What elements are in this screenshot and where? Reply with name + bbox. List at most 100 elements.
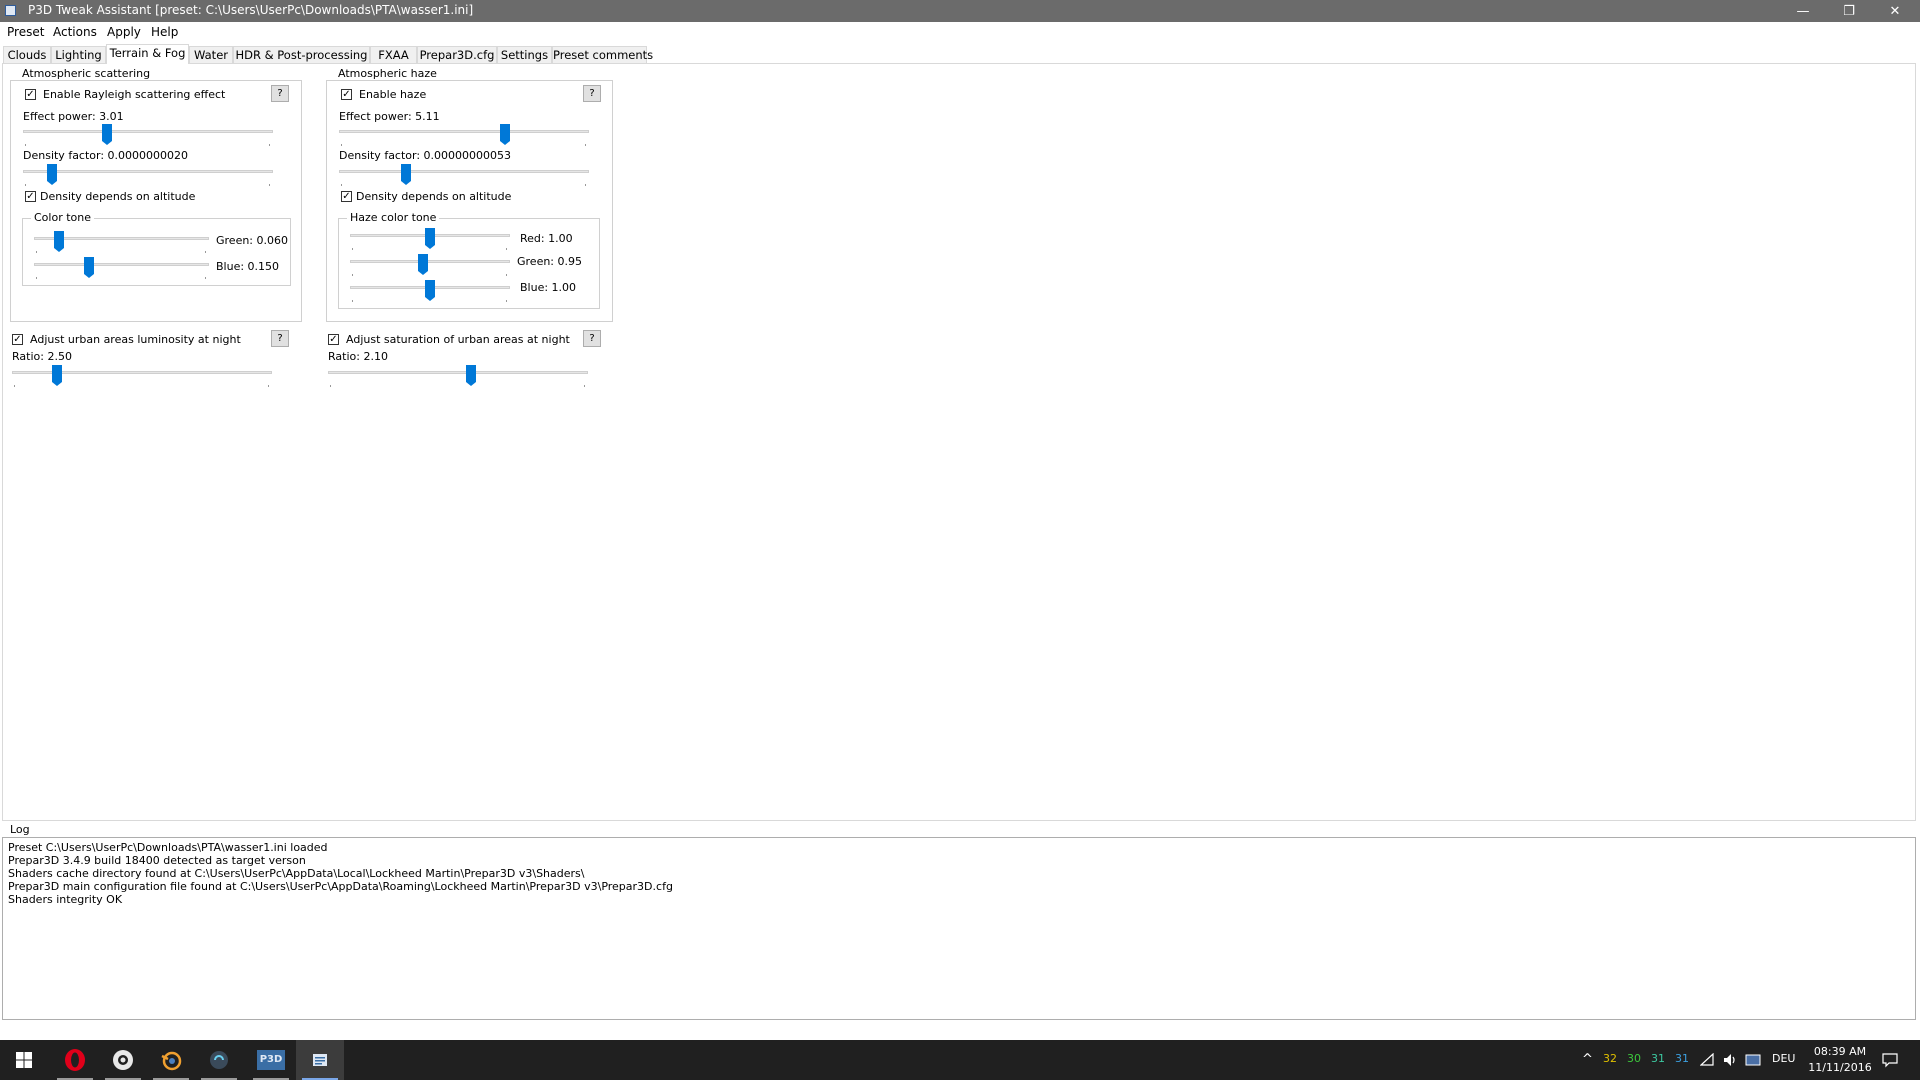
slider-thumb[interactable]: [401, 164, 411, 185]
slider-tick: [584, 385, 585, 387]
slider-tick: [36, 251, 37, 253]
tab-hdr[interactable]: HDR & Post-processing: [233, 46, 370, 63]
haze-blue-slider[interactable]: [350, 280, 510, 304]
scattering-density-altitude-checkbox[interactable]: ✓: [25, 191, 36, 202]
scattering-effect-power-label: Effect power: 3.01: [23, 110, 124, 123]
urban-luminosity-label: Adjust urban areas luminosity at night: [30, 333, 241, 346]
scattering-effect-power-slider[interactable]: [23, 124, 273, 148]
haze-green-slider[interactable]: [350, 254, 510, 278]
menu-bar: Preset Actions Apply Help: [0, 22, 1920, 42]
keyboard-icon[interactable]: [1745, 1053, 1761, 1067]
log-title: Log: [10, 823, 30, 836]
slider-tick: [352, 248, 353, 250]
slider-tick: [585, 144, 586, 146]
haze-density-factor-slider[interactable]: [339, 164, 589, 188]
slider-tick: [585, 184, 586, 186]
slider-tick: [268, 385, 269, 387]
slider-tick: [205, 251, 206, 253]
scattering-green-slider[interactable]: [34, 231, 209, 255]
slider-track[interactable]: [23, 130, 273, 133]
slider-track[interactable]: [350, 260, 510, 263]
taskbar-blender[interactable]: [147, 1040, 195, 1080]
slider-tick: [205, 277, 206, 279]
slider-thumb[interactable]: [52, 365, 62, 386]
taskbar-opera[interactable]: [51, 1040, 99, 1080]
slider-thumb[interactable]: [466, 365, 476, 386]
opera-icon: [65, 1049, 85, 1071]
tab-prepar3d-cfg[interactable]: Prepar3D.cfg: [417, 46, 497, 63]
tab-terrain-fog[interactable]: Terrain & Fog: [106, 44, 189, 64]
scattering-density-factor-slider[interactable]: [23, 164, 273, 188]
slider-thumb[interactable]: [102, 124, 112, 145]
tab-settings[interactable]: Settings: [497, 46, 552, 63]
urban-saturation-ratio-slider[interactable]: [328, 365, 588, 389]
slider-thumb[interactable]: [425, 228, 435, 249]
urban-luminosity-checkbox[interactable]: ✓: [12, 334, 23, 345]
log-textarea[interactable]: Preset C:\Users\UserPc\Downloads\PTA\was…: [2, 837, 1916, 1020]
slider-track[interactable]: [339, 130, 589, 133]
tab-clouds[interactable]: Clouds: [3, 46, 51, 63]
slider-tick: [352, 300, 353, 302]
start-button[interactable]: [0, 1040, 48, 1080]
tray-temp-4[interactable]: 31: [1675, 1052, 1689, 1065]
action-center-icon[interactable]: [1882, 1052, 1898, 1068]
urban-saturation-checkbox[interactable]: ✓: [328, 334, 339, 345]
urban-luminosity-ratio-label: Ratio: 2.50: [12, 350, 72, 363]
urban-saturation-help-button[interactable]: ?: [583, 330, 601, 347]
slider-tick: [352, 274, 353, 276]
rayleigh-checkbox[interactable]: ✓: [25, 89, 36, 100]
haze-enable-checkbox[interactable]: ✓: [341, 89, 352, 100]
slider-track[interactable]: [328, 371, 588, 374]
slider-tick: [506, 300, 507, 302]
scattering-density-factor-label: Density factor: 0.0000000020: [23, 149, 189, 162]
restore-button[interactable]: ❐: [1826, 0, 1872, 22]
menu-preset[interactable]: Preset: [7, 25, 44, 39]
tab-preset-comments[interactable]: Preset comments: [552, 46, 653, 63]
log-line: Shaders integrity OK: [8, 893, 123, 906]
slider-track[interactable]: [12, 371, 272, 374]
minimize-button[interactable]: —: [1780, 0, 1826, 22]
slider-thumb[interactable]: [500, 124, 510, 145]
clock-time[interactable]: 08:39 AM: [1810, 1045, 1870, 1058]
haze-density-altitude-checkbox[interactable]: ✓: [341, 191, 352, 202]
scattering-help-button[interactable]: ?: [271, 85, 289, 102]
tray-temp-1[interactable]: 32: [1603, 1052, 1617, 1065]
taskbar-app[interactable]: [195, 1040, 243, 1080]
menu-actions[interactable]: Actions: [53, 25, 97, 39]
haze-density-factor-label: Density factor: 0.00000000053: [339, 149, 512, 162]
slider-thumb[interactable]: [54, 231, 64, 252]
slider-track[interactable]: [23, 170, 273, 173]
urban-luminosity-help-button[interactable]: ?: [271, 330, 289, 347]
taskbar-p3d[interactable]: P3D: [247, 1040, 295, 1080]
slider-thumb[interactable]: [418, 254, 428, 275]
tab-fxaa[interactable]: FXAA: [370, 46, 417, 63]
language-indicator[interactable]: DEU: [1772, 1052, 1795, 1065]
volume-icon[interactable]: [1722, 1052, 1738, 1068]
tray-temp-3[interactable]: 31: [1651, 1052, 1665, 1065]
haze-help-button[interactable]: ?: [583, 85, 601, 102]
slider-thumb[interactable]: [47, 164, 57, 185]
menu-help[interactable]: Help: [151, 25, 178, 39]
scattering-density-altitude-label: Density depends on altitude: [40, 190, 196, 203]
slider-track[interactable]: [339, 170, 589, 173]
slider-thumb[interactable]: [425, 280, 435, 301]
scattering-blue-slider[interactable]: [34, 257, 209, 281]
urban-luminosity-ratio-slider[interactable]: [12, 365, 272, 389]
slider-track[interactable]: [34, 263, 209, 266]
clock-date[interactable]: 11/11/2016: [1806, 1061, 1874, 1074]
haze-color-tone-title: Haze color tone: [347, 211, 440, 224]
haze-effect-power-slider[interactable]: [339, 124, 589, 148]
tab-water[interactable]: Water: [189, 46, 233, 63]
taskbar-tweak-assistant[interactable]: [296, 1040, 344, 1080]
menu-apply[interactable]: Apply: [107, 25, 141, 39]
tab-lighting[interactable]: Lighting: [51, 46, 106, 63]
urban-saturation-label: Adjust saturation of urban areas at nigh…: [346, 333, 570, 346]
blender-icon: [161, 1051, 182, 1071]
haze-red-slider[interactable]: [350, 228, 510, 252]
taskbar-steam[interactable]: [99, 1040, 147, 1080]
slider-thumb[interactable]: [84, 257, 94, 278]
tray-expand-icon[interactable]: ^: [1582, 1052, 1593, 1067]
network-icon[interactable]: [1700, 1053, 1714, 1067]
close-button[interactable]: ✕: [1872, 0, 1918, 22]
tray-temp-2[interactable]: 30: [1627, 1052, 1641, 1065]
